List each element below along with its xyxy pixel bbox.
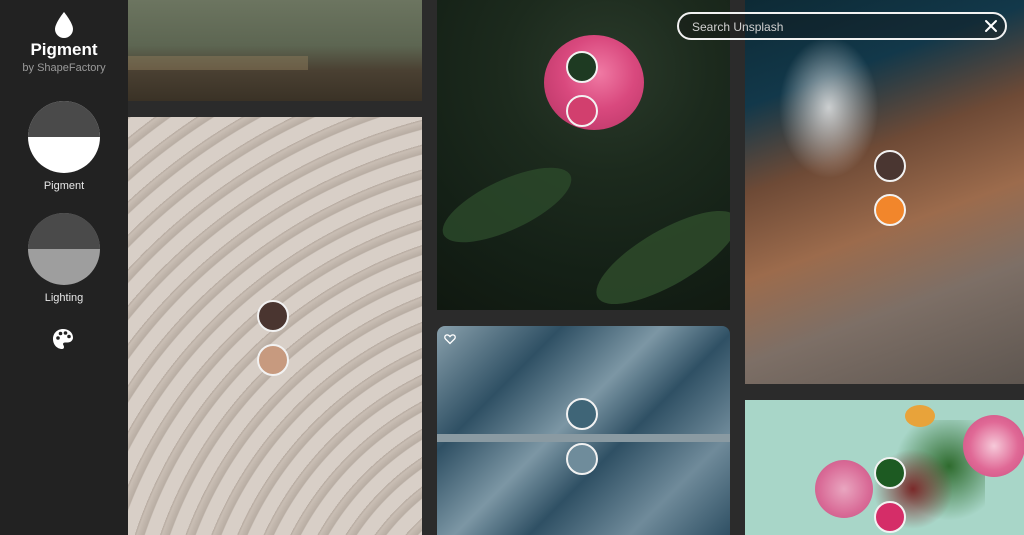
color-swatch[interactable] <box>257 300 289 332</box>
search-input[interactable] <box>692 18 972 36</box>
amphitheater-photo[interactable] <box>128 117 422 535</box>
color-swatch[interactable] <box>566 443 598 475</box>
color-swatch[interactable] <box>874 501 906 533</box>
search-bar <box>677 12 1007 40</box>
app-subtitle: by ShapeFactory <box>22 62 106 74</box>
palette-icon[interactable] <box>52 328 74 350</box>
color-swatch[interactable] <box>874 457 906 489</box>
color-swatch[interactable] <box>257 344 289 376</box>
flowers-photo[interactable] <box>745 400 1024 535</box>
drop-icon <box>55 12 73 38</box>
lighting-mode-button[interactable]: Lighting <box>0 213 128 304</box>
color-swatch[interactable] <box>874 150 906 182</box>
sidebar: Pigment by ShapeFactory Pigment Lighting <box>0 0 128 535</box>
river-photo[interactable] <box>437 326 730 535</box>
lighting-mode-icon <box>28 213 100 285</box>
app-logo: Pigment by ShapeFactory <box>0 12 128 74</box>
close-icon[interactable] <box>984 19 998 33</box>
color-swatch[interactable] <box>566 51 598 83</box>
color-swatch[interactable] <box>566 95 598 127</box>
wall-photo[interactable] <box>128 0 422 101</box>
pigment-mode-button[interactable]: Pigment <box>0 101 128 192</box>
pigment-mode-icon <box>28 101 100 173</box>
lighting-mode-label: Lighting <box>44 292 84 304</box>
heart-icon[interactable] <box>444 333 456 345</box>
peony-photo[interactable] <box>437 0 730 310</box>
color-swatch[interactable] <box>566 398 598 430</box>
pigment-mode-label: Pigment <box>43 180 85 192</box>
app-root: Pigment by ShapeFactory Pigment Lighting <box>0 0 1024 535</box>
coast-photo[interactable] <box>745 0 1024 384</box>
app-title: Pigment <box>30 40 98 59</box>
color-swatch[interactable] <box>874 194 906 226</box>
